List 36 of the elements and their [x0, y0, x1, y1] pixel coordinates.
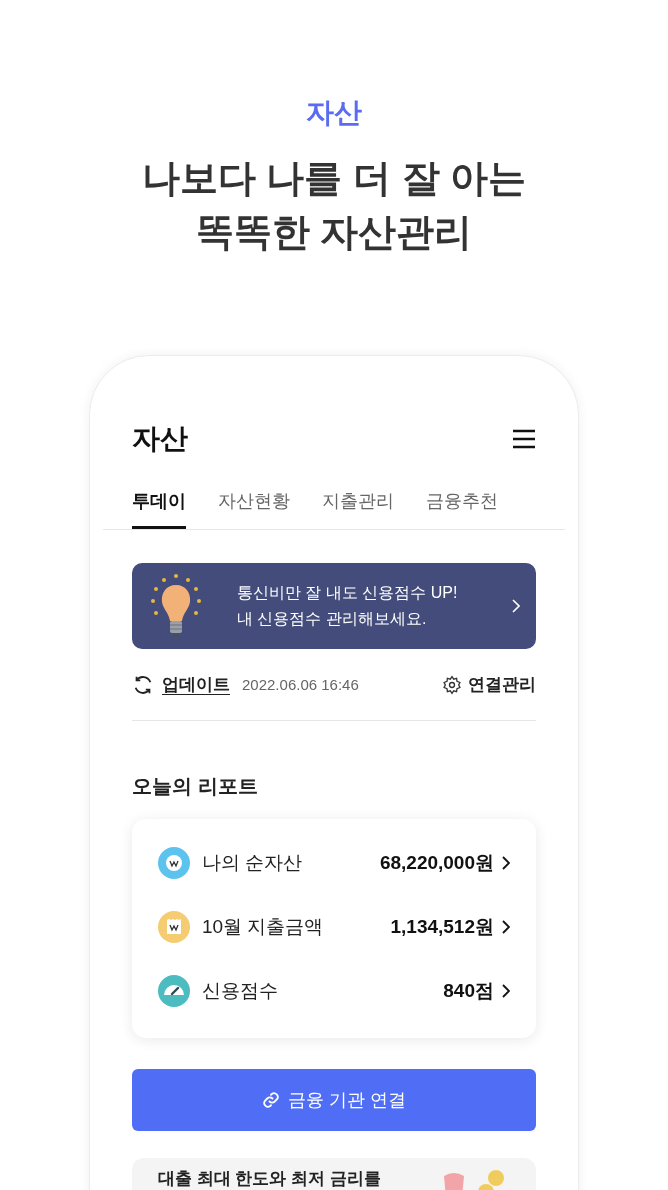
- chevron-right-icon: [502, 920, 510, 934]
- report-value-link[interactable]: 840점: [443, 976, 510, 1006]
- connect-institution-button[interactable]: 금융 기관 연결: [132, 1069, 536, 1131]
- page-title: 자산: [132, 422, 188, 456]
- update-link[interactable]: 업데이트: [162, 672, 230, 698]
- update-timestamp: 2022.06.06 16:46: [242, 674, 359, 695]
- report-value-link[interactable]: 1,134,512원: [390, 912, 510, 942]
- receipt-icon: [158, 911, 190, 943]
- section-label: 자산: [306, 96, 362, 130]
- report-value-link[interactable]: 68,220,000원: [379, 848, 510, 878]
- report-label: 신용점수: [202, 978, 278, 1003]
- headline: 똑똑한 자산관리: [195, 210, 473, 255]
- connection-settings-button[interactable]: 연결관리: [442, 672, 536, 698]
- won-coin-icon: [158, 847, 190, 879]
- tip-banner[interactable]: 통신비만 잘 내도 신용점수 UP! 내 신용점수 관리해보세요.: [132, 563, 536, 649]
- tab[interactable]: 지출관리: [322, 488, 394, 529]
- tab[interactable]: 금융추천: [426, 488, 498, 529]
- settings-icon: [442, 675, 462, 695]
- chevron-right-icon: [502, 984, 510, 998]
- banner-text: 통신비만 잘 내도 신용점수 UP!: [237, 583, 459, 603]
- menu-icon[interactable]: [512, 429, 536, 449]
- light-bulb-icon: [148, 573, 204, 639]
- gauge-icon: [158, 975, 190, 1007]
- report-label: 10월 지출금액: [202, 914, 324, 939]
- promo-text: 대출 최대 한도와 최저 금리를: [158, 1168, 381, 1190]
- banner-text: 내 신용점수 관리해보세요.: [237, 609, 428, 629]
- chevron-right-icon: [502, 856, 510, 870]
- chevron-right-icon: [512, 599, 520, 613]
- refresh-icon[interactable]: [132, 674, 154, 696]
- report-label: 나의 순자산: [202, 850, 303, 875]
- headline: 나보다 나를 더 잘 아는: [141, 156, 527, 201]
- tab[interactable]: 투데이: [132, 488, 186, 529]
- promo-card[interactable]: 대출 최대 한도와 최저 금리를: [132, 1158, 536, 1190]
- section-title: 오늘의 리포트: [132, 774, 259, 799]
- link-icon: [262, 1091, 280, 1109]
- tab[interactable]: 자산현황: [218, 488, 290, 529]
